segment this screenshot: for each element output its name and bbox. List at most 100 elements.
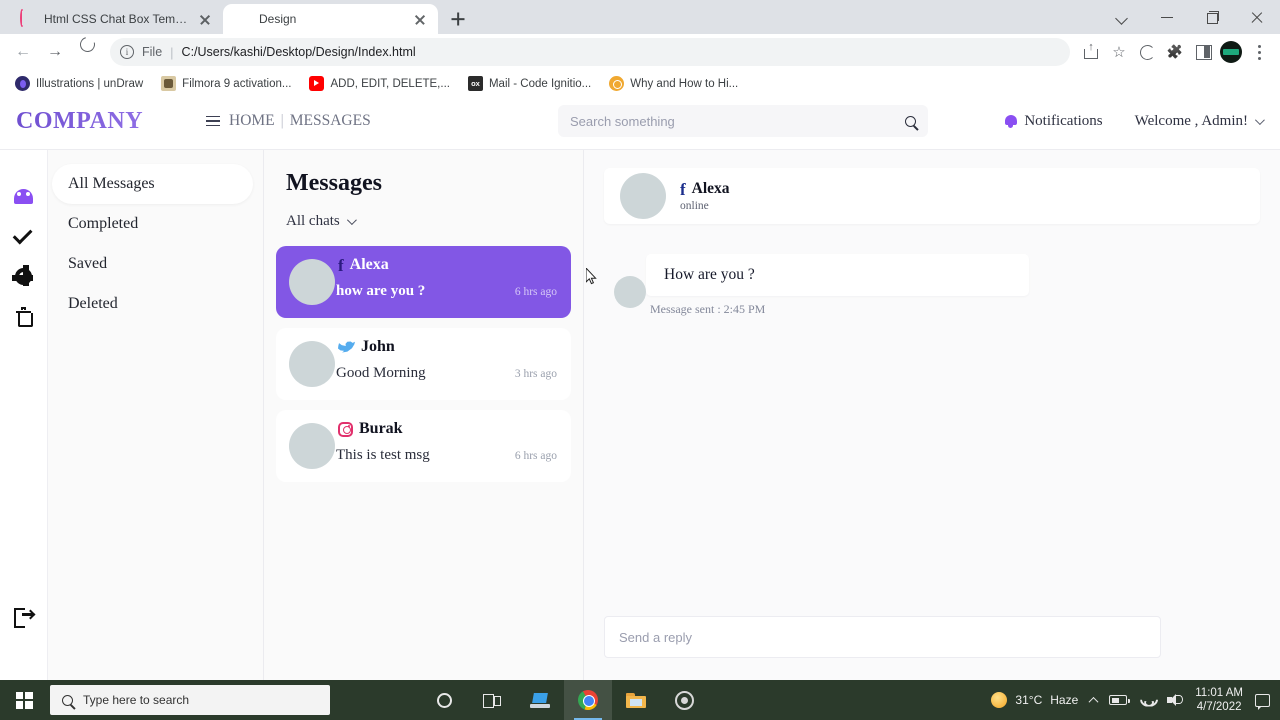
bookmark-item[interactable]: Filmora 9 activation... bbox=[154, 73, 298, 94]
tab-title: Design bbox=[259, 12, 297, 26]
online-status: online bbox=[680, 200, 709, 212]
nav-link-home[interactable]: HOME bbox=[229, 112, 275, 130]
device-app-button[interactable] bbox=[516, 680, 564, 720]
reload-icon[interactable] bbox=[72, 34, 102, 67]
tab-strip: Html CSS Chat Box Template Wit Design bbox=[0, 0, 1280, 34]
search-box[interactable] bbox=[558, 105, 928, 137]
menu-item-completed[interactable]: Completed bbox=[52, 204, 253, 244]
search-input[interactable] bbox=[570, 113, 899, 129]
windows-logo-icon bbox=[15, 691, 33, 709]
task-view-button[interactable] bbox=[468, 680, 516, 720]
weather-condition: Haze bbox=[1050, 693, 1079, 707]
battery-icon[interactable] bbox=[1109, 695, 1130, 705]
hamburger-icon[interactable] bbox=[206, 115, 220, 127]
side-panel-icon[interactable] bbox=[1190, 39, 1216, 65]
bookmark-label: ADD, EDIT, DELETE,... bbox=[330, 77, 450, 90]
search-icon[interactable] bbox=[905, 115, 916, 127]
menu-item-saved[interactable]: Saved bbox=[52, 244, 253, 284]
menu-item-all-messages[interactable]: All Messages bbox=[52, 164, 253, 204]
window-close-button[interactable] bbox=[1235, 1, 1280, 33]
rail-item-settings[interactable] bbox=[11, 256, 37, 296]
notifications-button[interactable]: Notifications bbox=[1004, 112, 1103, 130]
close-icon[interactable] bbox=[197, 11, 213, 27]
back-icon[interactable] bbox=[8, 37, 38, 67]
message-thread: How are you ? Message sent : 2:45 PM bbox=[604, 254, 1260, 554]
undraw-icon bbox=[15, 76, 30, 91]
browser-chrome: Html CSS Chat Box Template Wit Design bbox=[0, 0, 1280, 98]
reply-bar[interactable] bbox=[604, 616, 1161, 658]
avatar bbox=[614, 276, 646, 308]
browser-menu-icon[interactable] bbox=[1246, 39, 1272, 65]
paper-plane-icon[interactable] bbox=[1128, 628, 1146, 646]
logout-icon bbox=[14, 608, 36, 628]
wifi-icon[interactable] bbox=[1139, 694, 1155, 707]
user-menu[interactable]: Welcome , Admin! bbox=[1135, 113, 1265, 130]
rail-item-completed[interactable] bbox=[11, 216, 37, 256]
panel-title: Messages bbox=[286, 170, 382, 196]
address-bar[interactable]: File | C:/Users/kashi/Desktop/Design/Ind… bbox=[110, 38, 1070, 66]
task-view-icon bbox=[483, 693, 501, 708]
bookmark-label: Why and How to Hi... bbox=[630, 77, 739, 90]
bookmark-item[interactable]: ADD, EDIT, DELETE,... bbox=[302, 73, 457, 94]
chrome-icon bbox=[578, 690, 598, 710]
start-button[interactable] bbox=[0, 680, 48, 720]
rail-item-logout[interactable] bbox=[11, 596, 37, 636]
bookmark-item[interactable]: Why and How to Hi... bbox=[602, 73, 745, 94]
chat-list-item-john[interactable]: John Good Morning 3 hrs ago bbox=[276, 328, 571, 400]
system-tray: 31°C Haze 11:01 AM 4/7/2022 bbox=[991, 686, 1280, 715]
share-icon[interactable] bbox=[1078, 39, 1104, 65]
chat-list-item-alexa[interactable]: f Alexa how are you ? 6 hrs ago bbox=[276, 246, 571, 318]
messages-list-panel: Messages All chats f Alexa how are you ?… bbox=[264, 150, 584, 680]
rail-item-dashboard[interactable] bbox=[11, 176, 37, 216]
new-tab-button[interactable] bbox=[444, 5, 472, 33]
rail-item-trash[interactable] bbox=[11, 296, 37, 336]
bookmark-label: Filmora 9 activation... bbox=[182, 77, 292, 90]
menu-item-deleted[interactable]: Deleted bbox=[52, 284, 253, 324]
browser-tab-1[interactable]: Html CSS Chat Box Template Wit bbox=[8, 4, 223, 34]
dashboard-gauge-icon bbox=[14, 188, 33, 204]
moon-icon[interactable] bbox=[1134, 39, 1160, 65]
web-page: COMPANY HOME | MESSAGES Notifications We… bbox=[0, 93, 1280, 680]
extensions-puzzle-icon[interactable] bbox=[1162, 39, 1188, 65]
action-center-icon[interactable] bbox=[1255, 693, 1270, 710]
bookmark-star-icon[interactable] bbox=[1106, 39, 1132, 65]
gear-icon bbox=[12, 264, 33, 286]
nav-link-messages[interactable]: MESSAGES bbox=[290, 112, 371, 130]
tab-search-icon[interactable] bbox=[1100, 1, 1145, 33]
menu-item-label: Completed bbox=[68, 215, 139, 232]
show-hidden-icons-icon[interactable] bbox=[1088, 696, 1099, 707]
bookmark-item[interactable]: ox Mail - Code Ignitio... bbox=[461, 73, 598, 94]
chats-filter-dropdown[interactable]: All chats bbox=[286, 213, 571, 230]
taskbar-search-placeholder: Type here to search bbox=[83, 693, 190, 707]
facebook-icon: f bbox=[338, 255, 344, 275]
volume-icon[interactable] bbox=[1167, 693, 1184, 707]
chat-list-item-burak[interactable]: Burak This is test msg 6 hrs ago bbox=[276, 410, 571, 482]
file-explorer-button[interactable] bbox=[612, 680, 660, 720]
conversation-name-row: f Alexa bbox=[680, 180, 730, 198]
cortana-button[interactable] bbox=[420, 680, 468, 720]
forward-icon[interactable] bbox=[40, 37, 70, 67]
globe-icon bbox=[235, 11, 251, 27]
notifications-label: Notifications bbox=[1024, 112, 1103, 129]
maximize-button[interactable] bbox=[1190, 1, 1235, 33]
check-icon bbox=[12, 224, 32, 245]
twitter-icon bbox=[338, 341, 355, 354]
side-menu: All Messages Completed Saved Deleted bbox=[48, 150, 264, 680]
avatar[interactable] bbox=[1218, 39, 1244, 65]
reply-input[interactable] bbox=[619, 629, 1128, 645]
obs-app-button[interactable] bbox=[660, 680, 708, 720]
bell-icon bbox=[1004, 114, 1017, 128]
laptop-icon bbox=[530, 693, 550, 708]
close-icon[interactable] bbox=[412, 11, 428, 27]
taskbar-search[interactable]: Type here to search bbox=[50, 685, 330, 715]
nav-separator: | bbox=[280, 112, 284, 129]
minimize-button[interactable] bbox=[1145, 1, 1190, 33]
info-icon[interactable] bbox=[120, 45, 134, 59]
page-body: All Messages Completed Saved Deleted Mes… bbox=[0, 149, 1280, 680]
chat-name: John bbox=[361, 338, 395, 355]
clock[interactable]: 11:01 AM 4/7/2022 bbox=[1195, 686, 1243, 715]
browser-tab-2[interactable]: Design bbox=[223, 4, 438, 34]
weather-widget[interactable]: 31°C Haze bbox=[991, 692, 1078, 708]
bookmark-item[interactable]: Illustrations | unDraw bbox=[8, 73, 150, 94]
chrome-app-button[interactable] bbox=[564, 680, 612, 720]
